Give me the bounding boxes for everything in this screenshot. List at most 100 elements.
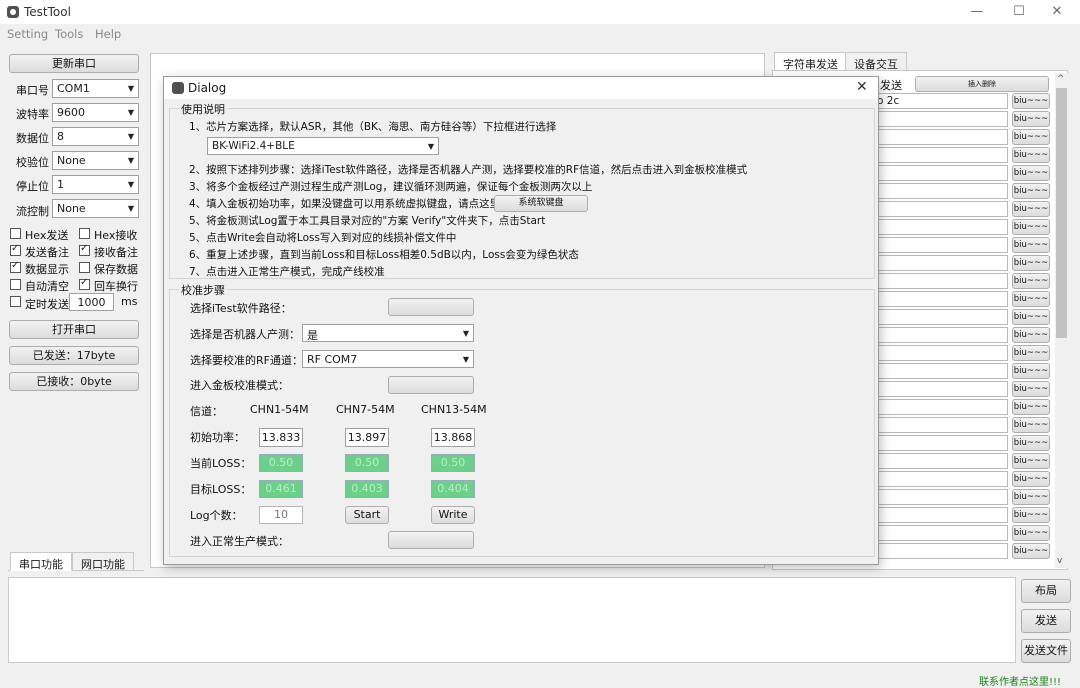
string-row-send-button[interactable]: biu~~~ (1012, 453, 1050, 469)
string-row-send-button[interactable]: biu~~~ (1012, 237, 1050, 253)
golden-mode-button[interactable] (388, 376, 474, 394)
string-row-send-button[interactable]: biu~~~ (1012, 417, 1050, 433)
calibration-group-title: 校准步骤 (179, 282, 227, 298)
baud-select[interactable]: 9600 ▼ (52, 103, 139, 122)
itest-path-label: 选择iTest软件路径： (190, 302, 292, 315)
menu-help[interactable]: Help (95, 27, 121, 41)
parity-select[interactable]: None ▼ (52, 151, 139, 170)
chevron-down-icon: ▼ (127, 132, 134, 141)
send-note-label: 发送备注 (25, 246, 69, 259)
close-button[interactable]: ✕ (1034, 0, 1080, 24)
received-count-button[interactable]: 已接收：0byte (9, 372, 139, 391)
crlf-checkbox[interactable] (79, 277, 90, 290)
chip-select[interactable]: BK-WiFi2.4+BLE ▼ (207, 137, 439, 155)
tab-device-interaction[interactable]: 设备交互 (845, 52, 907, 71)
chevron-down-icon: ▼ (127, 108, 134, 117)
contact-author-link[interactable]: 联系作者点这里!!! (979, 673, 1061, 688)
data-display-checkbox[interactable] (10, 260, 21, 273)
string-row-send-button[interactable]: biu~~~ (1012, 363, 1050, 379)
normal-mode-button[interactable] (388, 531, 474, 549)
virtual-keyboard-button[interactable]: 系统软键盘 (494, 195, 588, 212)
string-row-send-button[interactable]: biu~~~ (1012, 507, 1050, 523)
instruction-4: 4、填入金板初始功率，如果没键盘可以用系统虚拟键盘，请点这里： (189, 198, 511, 210)
hex-send-checkbox[interactable] (10, 228, 21, 239)
scroll-thumb[interactable] (1056, 88, 1067, 338)
init-power-ch7-input[interactable]: 13.897 (345, 428, 389, 447)
layout-button[interactable]: 布局 (1021, 579, 1071, 603)
send-note-checkbox[interactable] (10, 243, 21, 256)
auto-clear-checkbox[interactable] (10, 279, 21, 290)
instruction-3: 3、将多个金板经过产测过程生成产测Log，建议循环测两遍，保证每个金板测两次以上 (189, 181, 593, 193)
send-button[interactable]: 发送 (1021, 609, 1071, 633)
string-row-send-button[interactable]: biu~~~ (1012, 435, 1050, 451)
recv-note-checkbox[interactable] (79, 243, 90, 256)
string-row-send-button[interactable]: biu~~~ (1012, 543, 1050, 559)
init-power-ch1-input[interactable]: 13.833 (259, 428, 303, 447)
tab-serial[interactable]: 串口功能 (10, 552, 72, 571)
flow-select[interactable]: None ▼ (52, 199, 139, 218)
scroll-down-icon[interactable]: v (1057, 556, 1062, 566)
string-row-send-button[interactable]: biu~~~ (1012, 147, 1050, 163)
string-row-send-button[interactable]: biu~~~ (1012, 471, 1050, 487)
databits-select[interactable]: 8 ▼ (52, 127, 139, 146)
menu-tools[interactable]: Tools (55, 27, 83, 41)
string-row-send-button[interactable]: biu~~~ (1012, 111, 1050, 127)
log-count-label: Log个数： (190, 509, 243, 522)
start-button[interactable]: Start (345, 506, 389, 524)
dialog-close-button[interactable]: ✕ (856, 79, 868, 95)
string-row-send-button[interactable]: biu~~~ (1012, 201, 1050, 217)
insert-delete-button[interactable]: 插入删除 (915, 76, 1049, 92)
refresh-port-button[interactable]: 更新串口 (9, 54, 139, 73)
chevron-down-icon: ▼ (127, 180, 134, 189)
menu-setting[interactable]: Setting (7, 27, 48, 41)
init-power-ch13-input[interactable]: 13.868 (431, 428, 475, 447)
string-row-send-button[interactable]: biu~~~ (1012, 345, 1050, 361)
usage-group-title: 使用说明 (179, 101, 227, 117)
string-row-send-button[interactable]: biu~~~ (1012, 165, 1050, 181)
log-count-input[interactable]: 10 (259, 506, 303, 524)
send-file-button[interactable]: 发送文件 (1021, 639, 1071, 663)
channel-label: 信道： (190, 405, 223, 418)
dialog-title-bar: Dialog ✕ (164, 77, 878, 99)
write-button[interactable]: Write (431, 506, 475, 524)
string-row-send-button[interactable]: biu~~~ (1012, 129, 1050, 145)
parity-label: 校验位 (16, 156, 49, 169)
sent-count-button[interactable]: 已发送：17byte (9, 346, 139, 365)
golden-mode-label: 进入金板校准模式： (190, 379, 289, 392)
string-row-send-button[interactable]: biu~~~ (1012, 219, 1050, 235)
normal-mode-label: 进入正常生产模式： (190, 535, 289, 548)
string-row-send-button[interactable]: biu~~~ (1012, 525, 1050, 541)
string-row-send-button[interactable]: biu~~~ (1012, 183, 1050, 199)
data-display-label: 数据显示 (25, 263, 69, 276)
instruction-2: 2、按照下述排列步骤：选择iTest软件路径，选择是否机器人产测，选择要校准的R… (189, 164, 748, 176)
string-row-send-button[interactable]: biu~~~ (1012, 381, 1050, 397)
string-row-send-button[interactable]: biu~~~ (1012, 327, 1050, 343)
string-row-send-button[interactable]: biu~~~ (1012, 93, 1050, 109)
minimize-button[interactable]: — (954, 0, 1000, 24)
port-select[interactable]: COM1 ▼ (52, 79, 139, 98)
hex-recv-label: Hex接收 (94, 229, 138, 242)
open-port-button[interactable]: 打开串口 (9, 320, 139, 339)
tab-network[interactable]: 网口功能 (72, 552, 134, 571)
target-loss-ch13: 0.404 (431, 480, 475, 498)
string-row-send-button[interactable]: biu~~~ (1012, 309, 1050, 325)
string-row-send-button[interactable]: biu~~~ (1012, 273, 1050, 289)
timer-interval-input[interactable]: 1000 (69, 293, 114, 311)
string-row-send-button[interactable]: biu~~~ (1012, 255, 1050, 271)
string-row-send-button[interactable]: biu~~~ (1012, 489, 1050, 505)
robot-test-select[interactable]: 是 ▼ (302, 324, 474, 342)
scroll-up-icon[interactable]: ^ (1057, 74, 1065, 84)
rf-channel-select[interactable]: RF COM7 ▼ (302, 350, 474, 368)
tab-string-send[interactable]: 字符串发送 (774, 52, 847, 71)
save-data-checkbox[interactable] (79, 262, 90, 273)
timed-send-checkbox[interactable] (10, 296, 21, 307)
crlf-label: 回车换行 (94, 280, 138, 293)
string-row-send-button[interactable]: biu~~~ (1012, 399, 1050, 415)
send-input[interactable] (8, 577, 1016, 663)
itest-path-button[interactable] (388, 298, 474, 316)
menu-bar: Setting Tools Help (0, 24, 1080, 44)
stopbits-select[interactable]: 1 ▼ (52, 175, 139, 194)
string-row-send-button[interactable]: biu~~~ (1012, 291, 1050, 307)
hex-recv-checkbox[interactable] (79, 228, 90, 239)
current-loss-ch1: 0.50 (259, 454, 303, 472)
